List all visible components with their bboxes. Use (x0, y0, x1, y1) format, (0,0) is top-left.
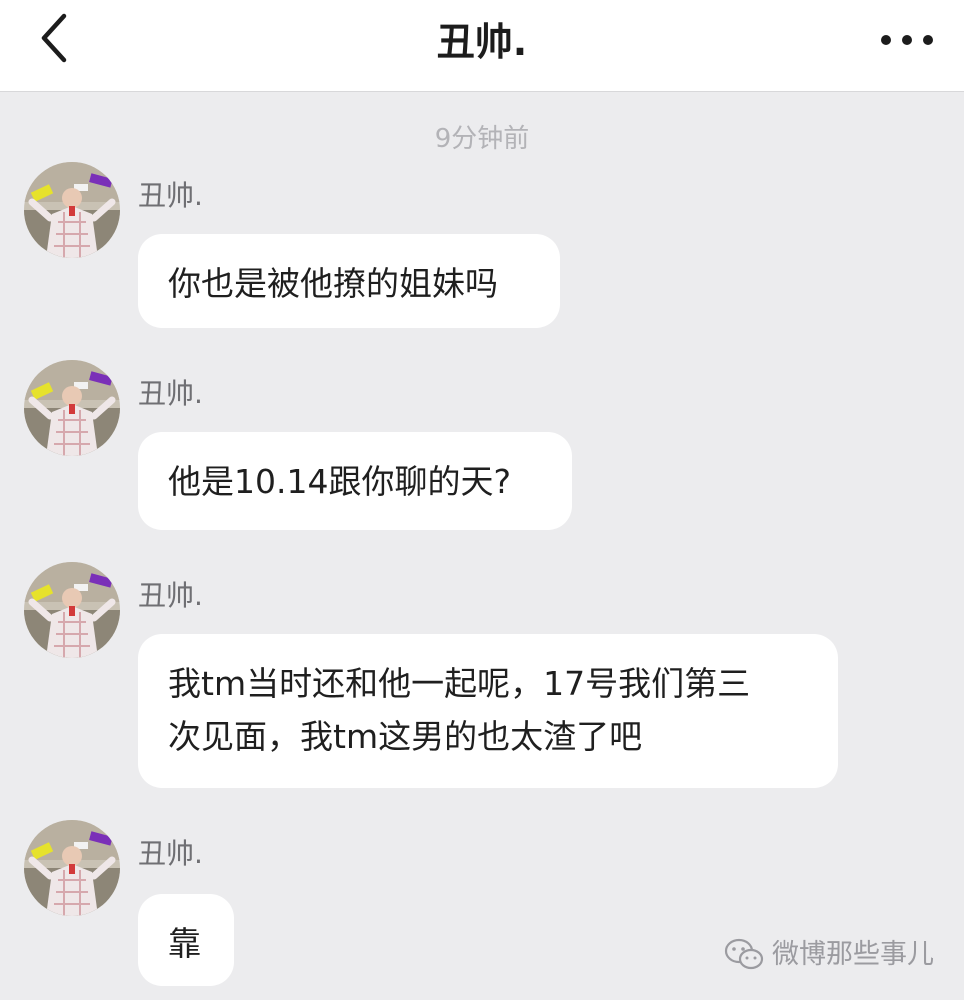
message-bubble[interactable]: 我tm当时还和他一起呢，17号我们第三 次见面，我tm这男的也太渣了吧 (138, 634, 838, 788)
watermark: 微博那些事儿 (724, 938, 934, 972)
watermark-text: 微博那些事儿 (772, 939, 934, 970)
avatar[interactable] (24, 360, 120, 456)
sender-name: 丑帅. (138, 179, 203, 212)
avatar-image (24, 820, 120, 916)
message-timestamp: 9分钟前 (434, 124, 530, 154)
avatar-image (24, 562, 120, 658)
message-bubble[interactable]: 你也是被他撩的姐妹吗 (138, 234, 560, 328)
chat-title: 丑帅. (436, 20, 528, 64)
more-dots-icon (881, 35, 933, 45)
avatar[interactable] (24, 562, 120, 658)
navigation-bar: 丑帅. (0, 0, 964, 92)
avatar[interactable] (24, 162, 120, 258)
avatar[interactable] (24, 820, 120, 916)
wechat-icon (724, 938, 764, 970)
sender-name: 丑帅. (138, 377, 203, 410)
message-bubble[interactable]: 靠 (138, 894, 234, 986)
sender-name: 丑帅. (138, 837, 203, 870)
avatar-image (24, 162, 120, 258)
message-bubble[interactable]: 他是10.14跟你聊的天? (138, 432, 572, 530)
sender-name: 丑帅. (138, 579, 203, 612)
avatar-image (24, 360, 120, 456)
more-options-button[interactable] (872, 14, 942, 66)
